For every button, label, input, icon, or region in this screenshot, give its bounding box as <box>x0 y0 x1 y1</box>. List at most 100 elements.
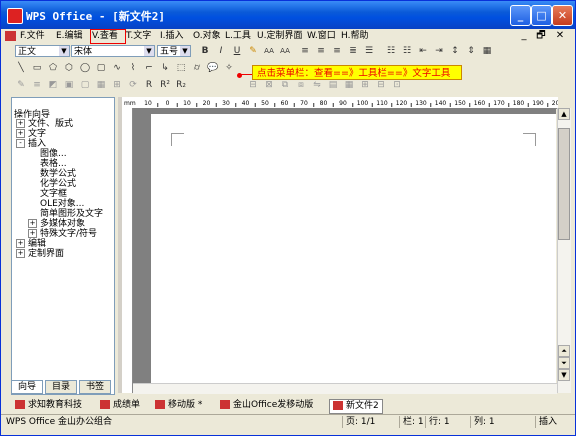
align-right-icon[interactable]: ≡ <box>331 45 343 57</box>
rounded-rect-tool-icon[interactable]: ▢ <box>95 62 107 74</box>
chevron-down-icon[interactable]: ▼ <box>144 46 154 56</box>
tab-bookmarks[interactable]: 书签 <box>79 380 111 394</box>
title-bar[interactable]: WPS Office - [新文件2] _ □ ✕ <box>1 1 575 29</box>
menu-customize[interactable]: U.定制界面 <box>257 30 302 43</box>
document-page[interactable] <box>151 114 556 383</box>
scroll-down-icon[interactable]: ▼ <box>558 369 570 381</box>
doc-tab-active[interactable]: 新文件2 <box>329 399 383 414</box>
horizontal-scrollbar[interactable] <box>133 383 557 394</box>
menu-view[interactable]: V.查看 <box>92 30 118 43</box>
connector-tool-icon[interactable]: ↳ <box>159 62 171 74</box>
italic-button[interactable]: I <box>215 45 227 57</box>
rotate-icon[interactable]: ⟳ <box>127 79 139 91</box>
menu-help[interactable]: H.帮助 <box>341 30 368 43</box>
paragraph-spacing-icon[interactable]: ⇕ <box>465 45 477 57</box>
text-tool-icon[interactable]: R <box>143 79 155 91</box>
expand-icon[interactable]: + <box>16 239 25 248</box>
expand-icon[interactable]: + <box>16 129 25 138</box>
underline-button[interactable]: U <box>231 45 243 57</box>
doc-tab[interactable]: 金山Office发移动版 <box>220 399 313 412</box>
scroll-thumb[interactable] <box>558 128 570 240</box>
tree-item[interactable]: 图像... <box>40 149 67 159</box>
border-icon[interactable]: ▦ <box>481 45 493 57</box>
curve-tool-icon[interactable]: ∿ <box>111 62 123 74</box>
rectangle-tool-icon[interactable]: ▭ <box>31 62 43 74</box>
maximize-button[interactable]: □ <box>531 5 552 26</box>
tree-item[interactable]: 简单图形及文字 <box>40 209 103 219</box>
tree-item[interactable]: + 多媒体对象 <box>28 219 85 229</box>
style-select[interactable]: 正文 ▼ <box>15 45 70 57</box>
indent-decrease-icon[interactable]: ⇤ <box>417 45 429 57</box>
page-down-icon[interactable]: ⏷ <box>558 357 570 369</box>
font-select[interactable]: 宋体 ▼ <box>71 45 155 57</box>
minimize-button[interactable]: _ <box>510 5 531 26</box>
vertical-ruler[interactable] <box>122 108 133 393</box>
pen-icon[interactable]: ✎ <box>15 79 27 91</box>
menu-window[interactable]: W.窗口 <box>307 30 336 43</box>
line-tool-icon[interactable]: ╲ <box>15 62 27 74</box>
document-canvas[interactable] <box>133 108 556 383</box>
doc-tab[interactable]: 移动版 * <box>155 399 202 412</box>
frame-icon[interactable]: ▢ <box>79 79 91 91</box>
callout-tool-icon[interactable]: 💬 <box>207 62 219 74</box>
tree-item[interactable]: - 插入 <box>16 139 46 149</box>
align-left-icon[interactable]: ≡ <box>299 45 311 57</box>
tree-item[interactable]: 表格... <box>40 159 67 169</box>
cube-tool-icon[interactable]: ⬚ <box>175 62 187 74</box>
expand-icon[interactable]: + <box>16 249 25 258</box>
menu-insert[interactable]: I.插入 <box>160 30 184 43</box>
expand-icon[interactable]: + <box>28 229 37 238</box>
superscript-icon[interactable]: R² <box>159 79 171 91</box>
scroll-up-icon[interactable]: ▲ <box>558 108 570 120</box>
tree-item[interactable]: + 文件、版式 <box>16 119 73 129</box>
document-icon[interactable] <box>5 31 16 41</box>
ellipse-tool-icon[interactable]: ◯ <box>79 62 91 74</box>
tree-item[interactable]: + 文字 <box>16 129 46 139</box>
grid-icon[interactable]: ▦ <box>95 79 107 91</box>
close-button[interactable]: ✕ <box>552 5 573 26</box>
tree-item[interactable]: 化学公式 <box>40 179 76 189</box>
font-size-select[interactable]: 五号 ▼ <box>157 45 191 57</box>
group-icon[interactable]: ⊞ <box>111 79 123 91</box>
indent-increase-icon[interactable]: ⇥ <box>433 45 445 57</box>
bold-button[interactable]: B <box>199 45 211 57</box>
wps-app-icon[interactable] <box>7 8 23 24</box>
chevron-down-icon[interactable]: ▼ <box>180 46 190 56</box>
font-shrink-icon[interactable]: AA <box>279 45 291 57</box>
collapse-icon[interactable]: - <box>16 139 25 148</box>
tree-item[interactable]: 数学公式 <box>40 169 76 179</box>
menu-edit[interactable]: E.编辑 <box>56 30 83 43</box>
tree-item[interactable]: + 特殊文字/符号 <box>28 229 97 239</box>
tree-item[interactable]: 文字框 <box>40 189 67 199</box>
doc-tab[interactable]: 成绩单 <box>100 399 140 412</box>
chevron-down-icon[interactable]: ▼ <box>59 46 69 56</box>
highlight-icon[interactable]: ✎ <box>247 45 259 57</box>
menu-tools[interactable]: L.工具 <box>225 30 251 43</box>
doc-minimize-button[interactable]: _ <box>517 30 531 42</box>
align-center-icon[interactable]: ≡ <box>315 45 327 57</box>
shadow-icon[interactable]: ▣ <box>63 79 75 91</box>
numbered-list-icon[interactable]: ☷ <box>401 45 413 57</box>
hexagon-tool-icon[interactable]: ⬡ <box>63 62 75 74</box>
tab-wizard[interactable]: 向导 <box>11 380 43 394</box>
doc-tab[interactable]: 求知教育科技 <box>15 399 82 412</box>
tab-toc[interactable]: 目录 <box>45 380 77 394</box>
status-mode[interactable]: 插入 <box>535 416 575 428</box>
expand-icon[interactable]: + <box>28 219 37 228</box>
tree-item[interactable]: + 定制界面 <box>16 249 64 259</box>
polyline-tool-icon[interactable]: ⌐ <box>143 62 155 74</box>
tree-item[interactable]: + 编辑 <box>16 239 46 249</box>
justify-icon[interactable]: ≣ <box>347 45 359 57</box>
expand-icon[interactable]: + <box>16 119 25 128</box>
cylinder-tool-icon[interactable]: ⌭ <box>191 62 203 74</box>
menu-file[interactable]: F.文件 <box>20 30 45 43</box>
line-style-icon[interactable]: ≡ <box>31 79 43 91</box>
bullet-list-icon[interactable]: ☷ <box>385 45 397 57</box>
subscript-icon[interactable]: R₂ <box>175 79 187 91</box>
fill-icon[interactable]: ◩ <box>47 79 59 91</box>
freeform-tool-icon[interactable]: ⌇ <box>127 62 139 74</box>
font-grow-icon[interactable]: AA <box>263 45 275 57</box>
doc-close-button[interactable]: ✕ <box>553 30 567 42</box>
distribute-icon[interactable]: ☰ <box>363 45 375 57</box>
menu-text[interactable]: T.文字 <box>126 30 151 43</box>
